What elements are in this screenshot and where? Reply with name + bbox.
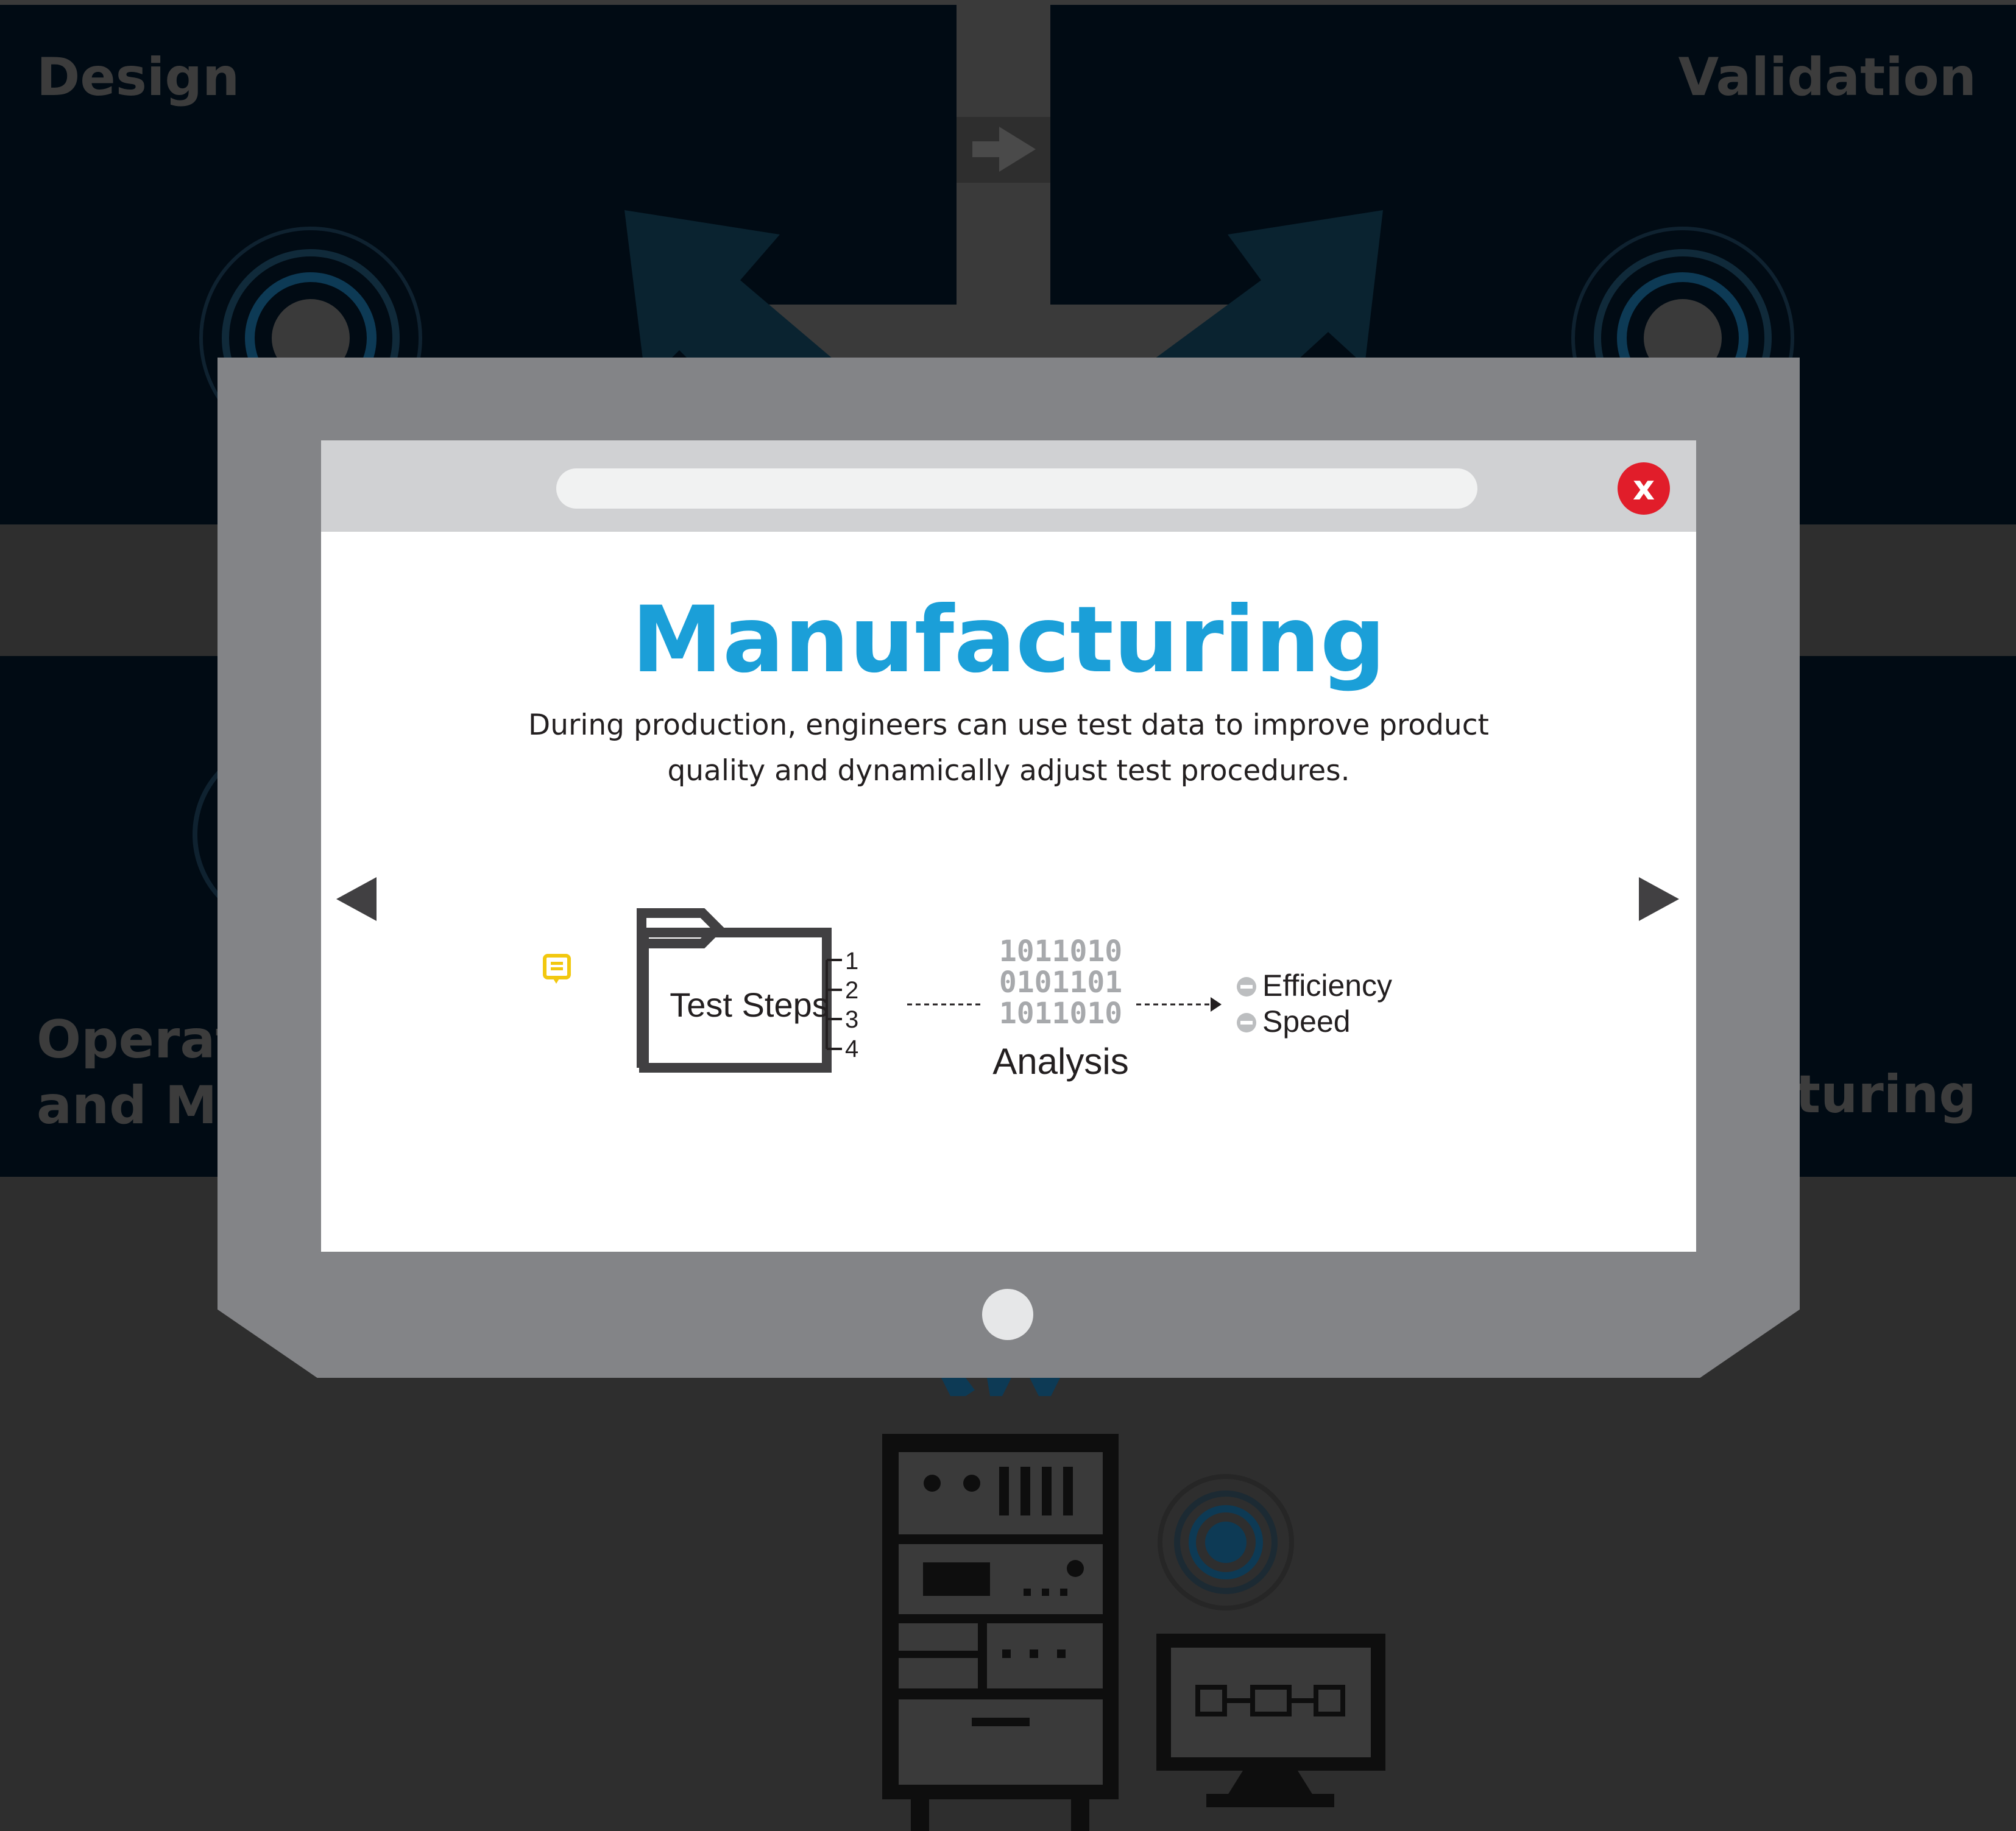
prev-button[interactable] bbox=[334, 875, 378, 923]
step-number: 2 bbox=[845, 977, 858, 1004]
flow-arrow-icon bbox=[972, 127, 1036, 172]
stage-title-validation: Validation bbox=[1678, 47, 1976, 108]
folder-label: Test Steps bbox=[670, 986, 829, 1024]
connector-bar bbox=[957, 5, 1050, 117]
tablet-screen: x Manufacturing During production, engin… bbox=[321, 440, 1696, 1252]
chevron-down-icon bbox=[941, 1378, 1060, 1396]
minus-circle-icon bbox=[1237, 977, 1256, 997]
binary-line: 1011010 bbox=[999, 997, 1122, 1031]
signal-ring-icon bbox=[1158, 1474, 1294, 1611]
process-diagram: Test Steps 1 2 3 4 1011010 0101101 10110… bbox=[543, 908, 1392, 1082]
stage-title-operations-line1: Operat bbox=[37, 1009, 241, 1070]
analysis-label: Analysis bbox=[992, 1041, 1128, 1082]
arrow-head-icon bbox=[1211, 997, 1222, 1012]
monitor-icon bbox=[1156, 1634, 1385, 1807]
triangle-left-icon bbox=[336, 877, 377, 921]
connector-bar bbox=[957, 183, 1050, 305]
diagonal-arrow-right bbox=[1145, 210, 1383, 365]
server-rack-icon bbox=[882, 1434, 1119, 1831]
triangle-right-icon bbox=[1639, 877, 1679, 921]
step-number: 3 bbox=[845, 1006, 858, 1033]
binary-line: 1011010 bbox=[999, 934, 1122, 968]
step-number: 4 bbox=[845, 1035, 858, 1062]
step-number: 1 bbox=[845, 948, 858, 975]
minus-circle-icon bbox=[1237, 1013, 1256, 1032]
comment-icon[interactable] bbox=[543, 954, 571, 984]
outcome-speed: Speed bbox=[1262, 1004, 1351, 1039]
stage-title-design: Design bbox=[37, 47, 240, 108]
outcome-efficiency: Efficiency bbox=[1262, 968, 1392, 1003]
next-button[interactable] bbox=[1638, 875, 1682, 923]
home-button[interactable] bbox=[982, 1289, 1033, 1340]
binary-line: 0101101 bbox=[999, 965, 1122, 1000]
